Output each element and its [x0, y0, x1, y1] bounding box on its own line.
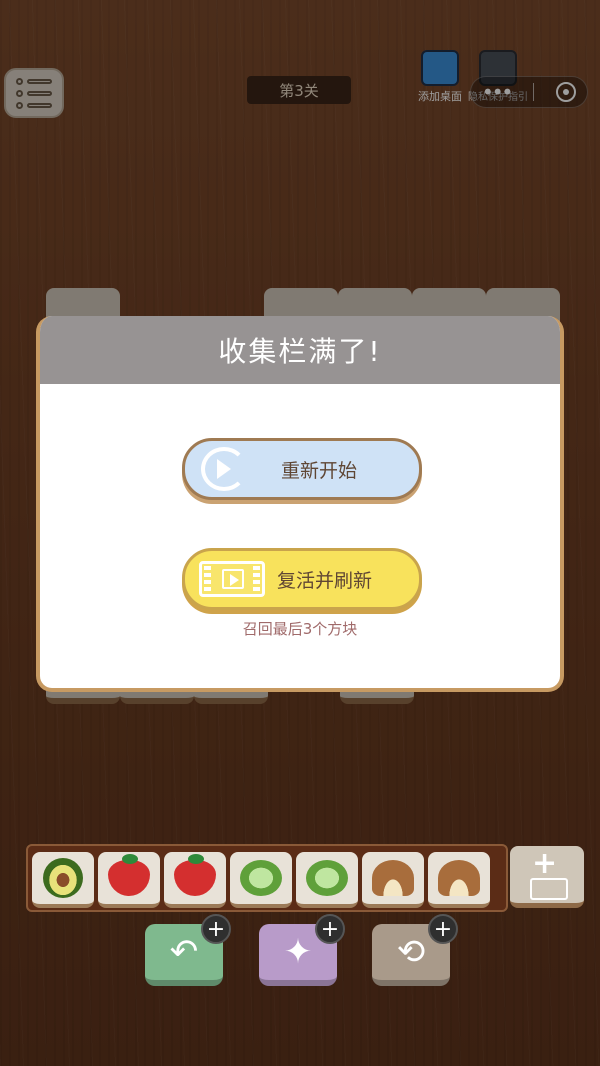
revive-button[interactable]: 复活并刷新: [182, 548, 422, 610]
shuffle-icon: ⟲: [396, 932, 426, 972]
tray-slot: [362, 852, 424, 908]
collection-full-dialog: 收集栏满了! 重新开始 复活并刷新 召回最后3个方块: [36, 316, 564, 692]
video-ad-icon: [199, 561, 265, 597]
mushroom-icon: [372, 860, 414, 896]
revive-label: 复活并刷新: [277, 569, 373, 592]
undo-icon: ↶: [169, 932, 199, 972]
restart-label: 重新开始: [281, 459, 358, 482]
mushroom-icon: [438, 860, 480, 896]
add-badge[interactable]: +: [315, 914, 345, 944]
lightbulb-icon: ✦: [283, 932, 313, 972]
add-badge[interactable]: +: [201, 914, 231, 944]
restart-button[interactable]: 重新开始: [182, 438, 422, 500]
avocado-icon: [43, 858, 83, 898]
hint-button[interactable]: ✦ +: [259, 914, 345, 986]
dialog-title: 收集栏满了!: [40, 316, 560, 384]
undo-button[interactable]: ↶ +: [145, 914, 231, 986]
lettuce-icon: [240, 860, 282, 896]
strawberry-icon: [108, 854, 150, 896]
video-icon: [530, 878, 568, 900]
shuffle-button[interactable]: ⟲ +: [372, 914, 458, 986]
tray-slot: [296, 852, 358, 908]
restart-icon: [201, 447, 247, 491]
plus-icon: +: [532, 846, 558, 881]
extra-slot-button[interactable]: +: [510, 846, 584, 908]
lettuce-icon: [306, 860, 348, 896]
revive-description: 召回最后3个方块: [242, 620, 358, 638]
tray-slot: [428, 852, 490, 908]
add-badge[interactable]: +: [428, 914, 458, 944]
tray-slot: [98, 852, 160, 908]
tray-slot: [32, 852, 94, 908]
tray-slot: [164, 852, 226, 908]
strawberry-icon: [174, 854, 216, 896]
collection-tray: [26, 844, 508, 912]
tray-slot: [230, 852, 292, 908]
